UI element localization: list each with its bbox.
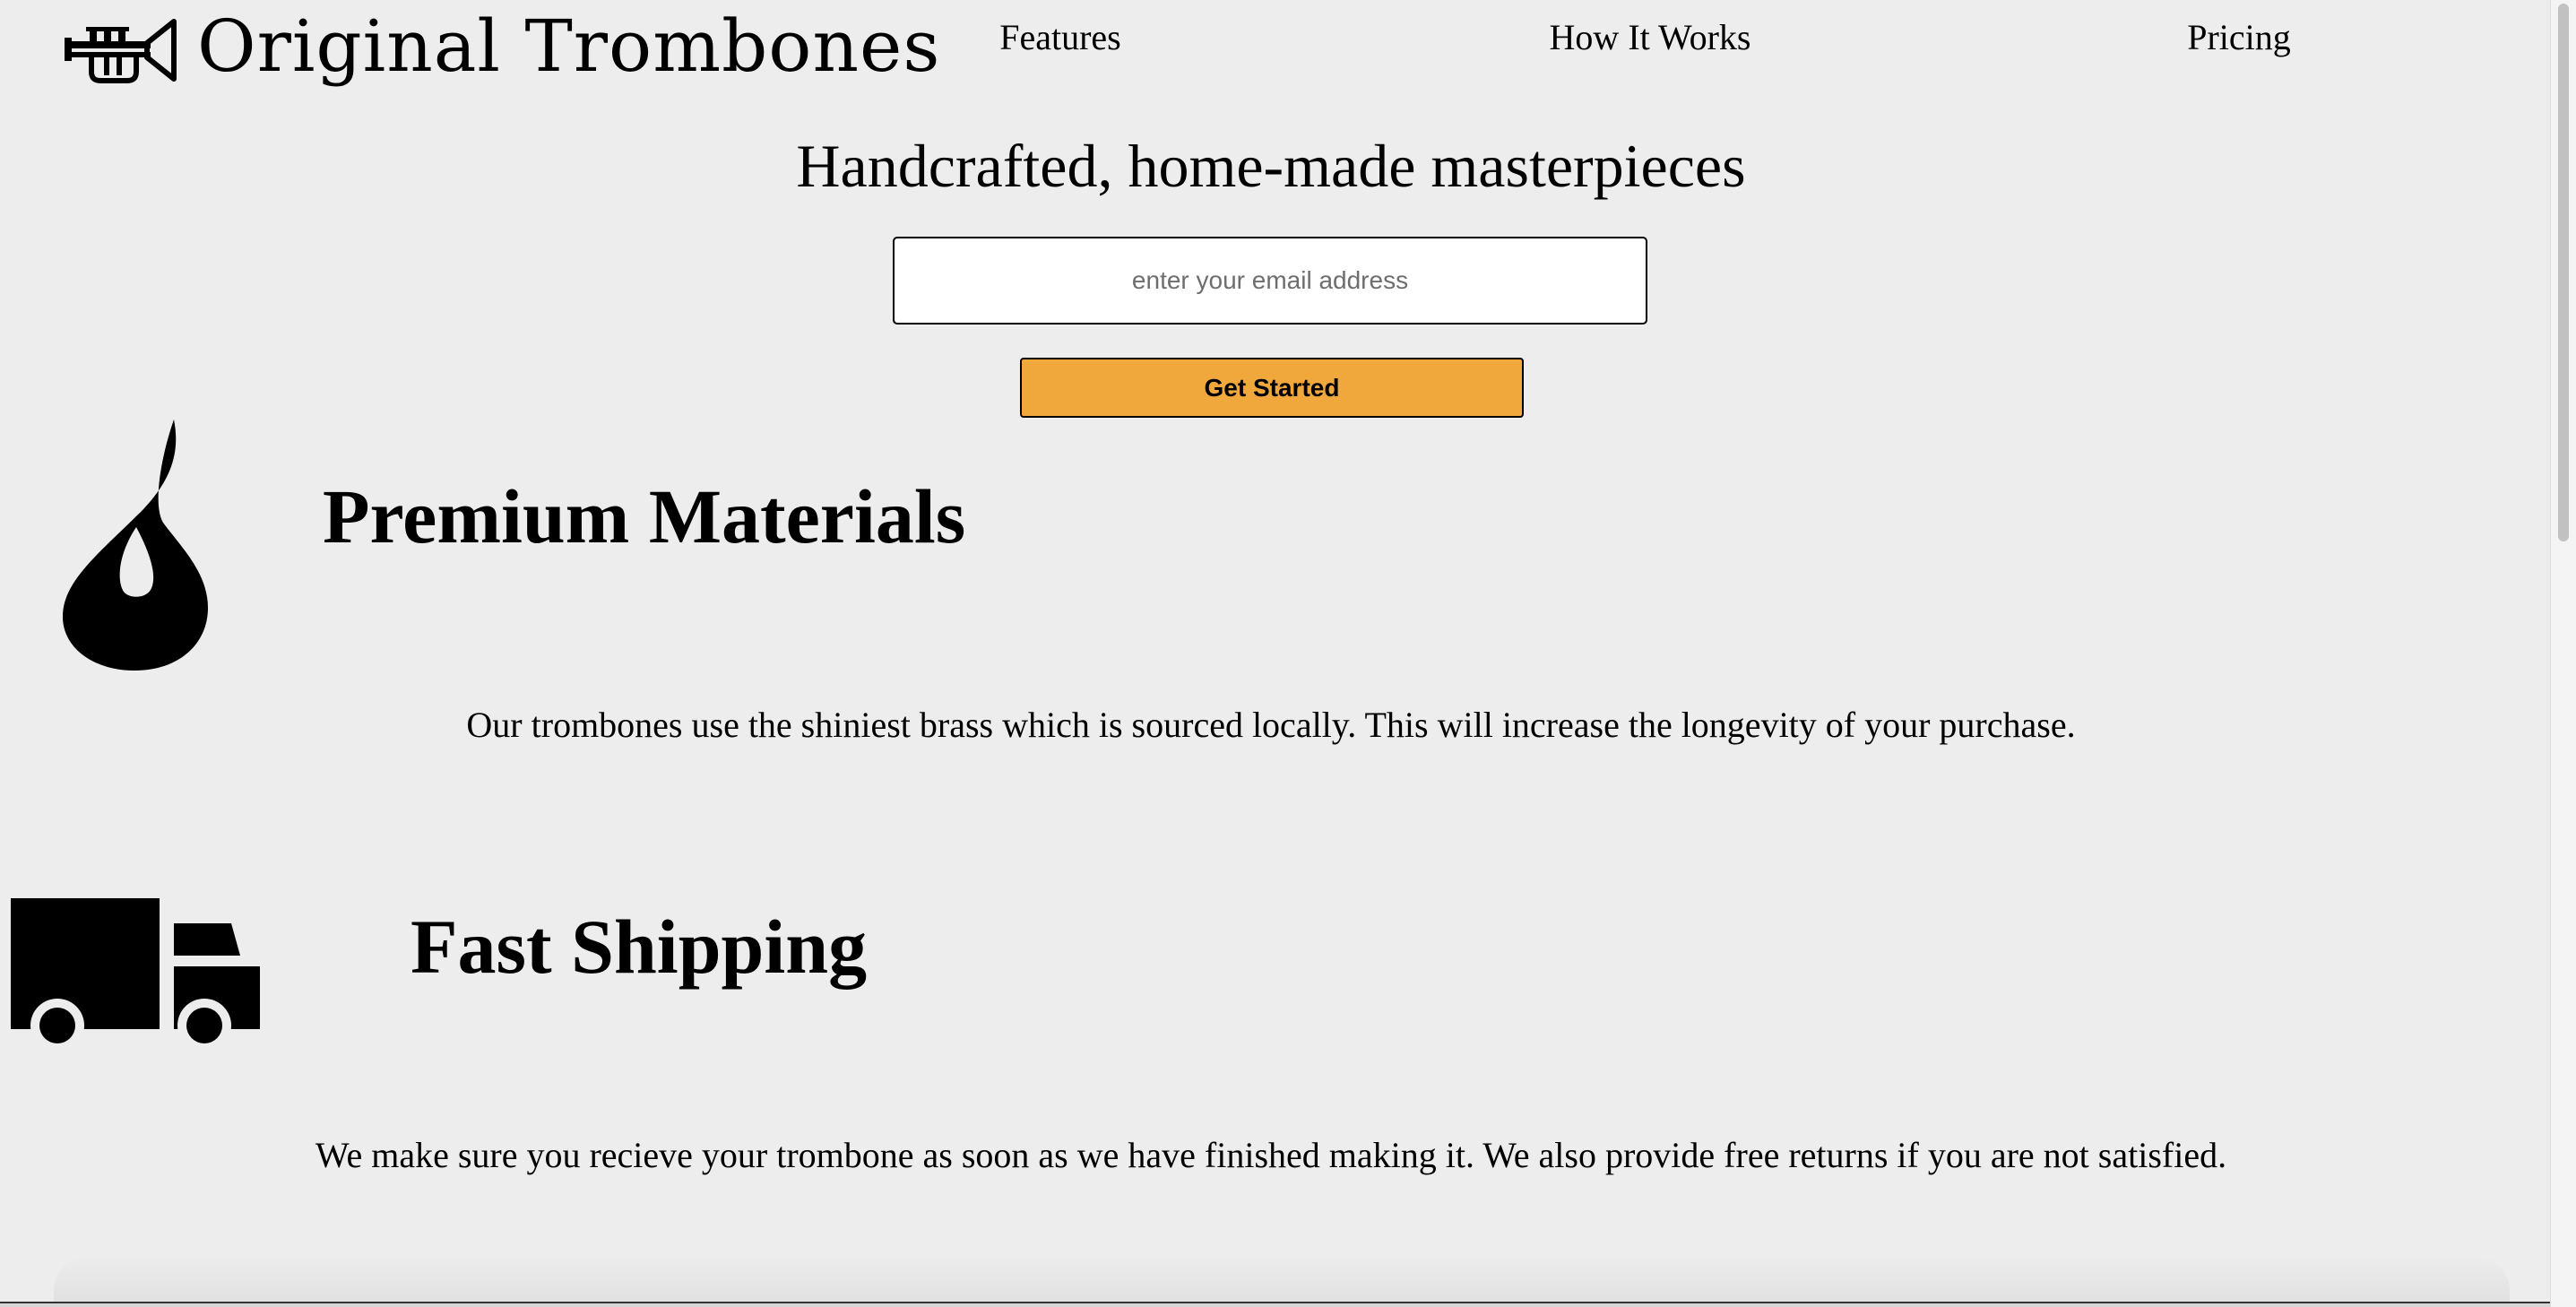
feature-title: Premium Materials [323,473,966,559]
nav-link-pricing[interactable]: Pricing [2187,13,2291,63]
email-input[interactable] [893,237,1647,325]
nav-link-features[interactable]: Features [999,13,1121,63]
get-started-button[interactable]: Get Started [1020,358,1524,418]
scrollbar-thumb[interactable] [2558,4,2569,541]
feature-description: We make sure you recieve your trombone a… [315,1135,2227,1175]
feature-title: Fast Shipping [411,904,868,990]
landing-page: Original Trombones Features How It Works… [0,0,2576,1307]
vertical-scrollbar[interactable] [2550,0,2576,1307]
fire-icon [63,420,208,671]
section-divider-shadow [54,1255,2510,1307]
nav-link-how-it-works[interactable]: How It Works [1550,13,1751,63]
truck-icon [11,898,260,1049]
trumpet-icon [65,19,177,83]
brand-title: Original Trombones [197,4,941,88]
section-divider [0,1302,2554,1307]
hero-headline: Handcrafted, home-made masterpieces [796,132,1746,200]
feature-description: Our trombones use the shiniest brass whi… [466,705,2076,745]
